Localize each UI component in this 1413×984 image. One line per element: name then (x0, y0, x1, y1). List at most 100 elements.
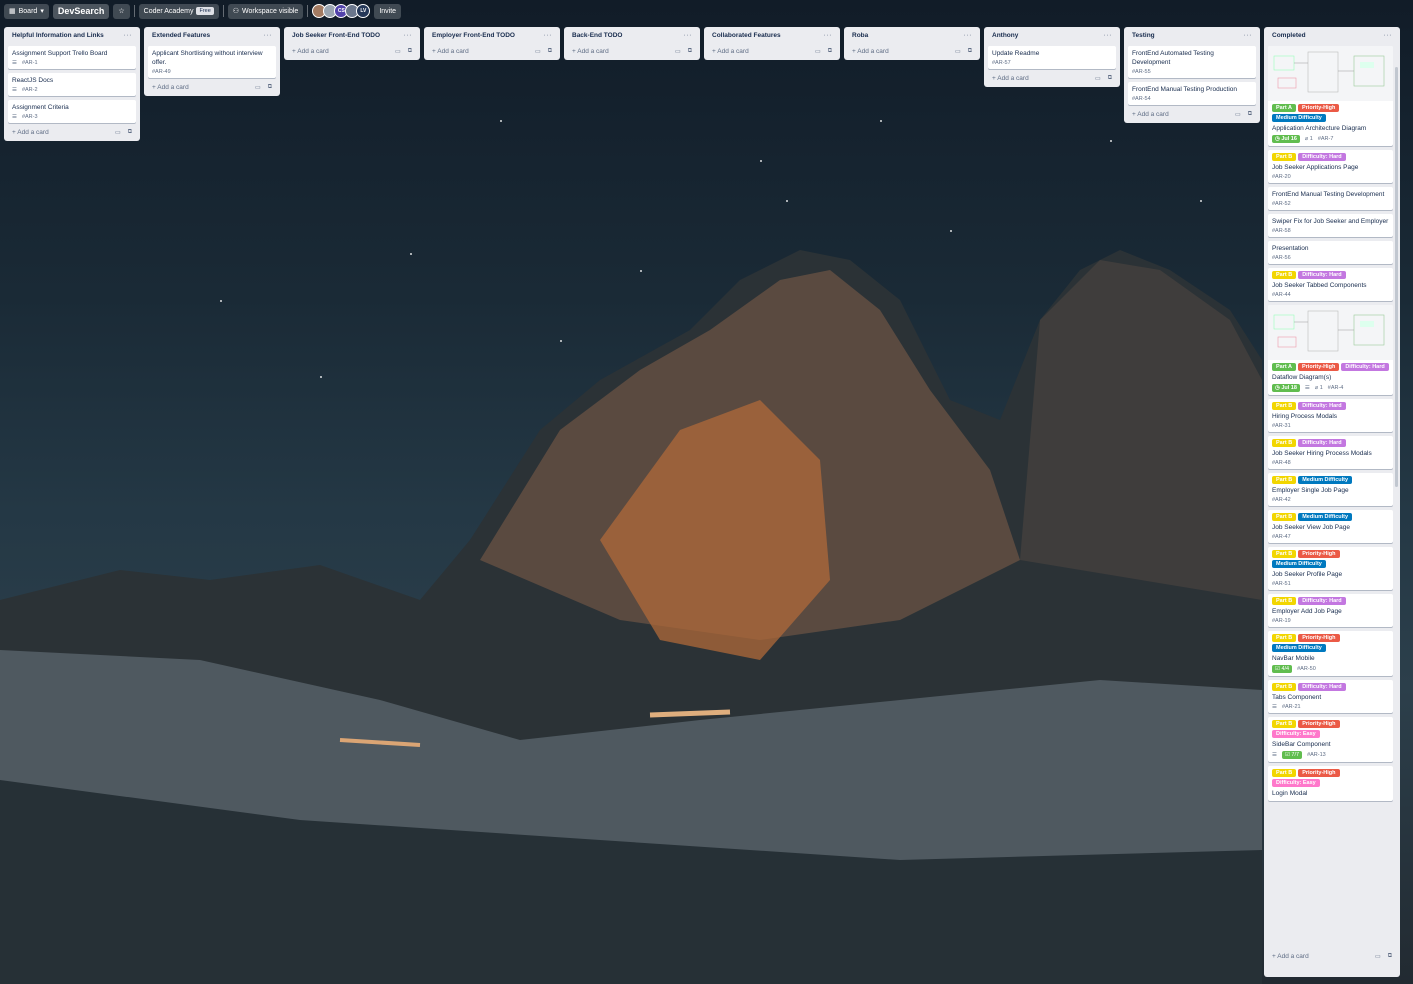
ellipsis-icon[interactable]: ··· (264, 32, 273, 39)
card-label[interactable]: Part B (1272, 720, 1297, 728)
card-label[interactable]: Difficulty: Hard (1341, 363, 1389, 371)
card[interactable]: Part A Priority-High Medium Difficulty Appl… (1268, 46, 1393, 146)
ellipsis-icon[interactable]: ··· (1384, 32, 1393, 39)
card[interactable]: Part B Difficulty: Hard Job Seeker Applica… (1268, 150, 1393, 183)
template-card-icon[interactable]: ▭ (1375, 953, 1381, 960)
card-label[interactable]: Part B (1272, 513, 1297, 521)
workspace-button[interactable]: Coder Academy Free (138, 3, 219, 19)
template-card-icon[interactable]: ▭ (535, 48, 541, 55)
card-label[interactable]: Part B (1272, 402, 1297, 410)
add-card-button[interactable]: + Add a card (12, 129, 49, 136)
add-card-button[interactable]: + Add a card (1132, 111, 1169, 118)
card-label[interactable]: Part B (1272, 439, 1297, 447)
list-title[interactable]: Testing (1132, 32, 1155, 39)
card[interactable]: Part B Priority-High Medium Difficulty NavB… (1268, 631, 1393, 676)
card-label[interactable]: Priority-High (1298, 104, 1340, 112)
card[interactable]: Presentation #AR-56 (1268, 241, 1393, 264)
card[interactable]: ReactJS Docs ☰ #AR-2 (8, 73, 136, 96)
template-card-icon[interactable]: ▭ (1235, 111, 1241, 118)
card[interactable]: FrontEnd Manual Testing Development #AR-5… (1268, 187, 1393, 210)
template-icon[interactable]: ⧉ (268, 84, 272, 91)
template-card-icon[interactable]: ▭ (1095, 75, 1101, 82)
template-card-icon[interactable]: ▭ (395, 48, 401, 55)
card[interactable]: Part B Medium Difficulty Employer Single J… (1268, 473, 1393, 506)
add-card-button[interactable]: + Add a card (992, 75, 1029, 82)
template-icon[interactable]: ⧉ (828, 48, 832, 55)
card[interactable]: Part B Priority-High Difficulty: Easy Login… (1268, 766, 1393, 801)
card[interactable]: FrontEnd Automated Testing Development #A… (1128, 46, 1256, 78)
star-button[interactable]: ☆ (113, 3, 130, 19)
card-label[interactable]: Medium Difficulty (1298, 476, 1353, 484)
ellipsis-icon[interactable]: ··· (824, 32, 833, 39)
due-date-badge[interactable]: ◷ Jul 16 (1272, 135, 1300, 143)
card[interactable]: Part A Priority-High Difficulty: Hard Dataf… (1268, 305, 1393, 395)
list-title[interactable]: Job Seeker Front-End TODO (292, 32, 380, 39)
card-label[interactable]: Difficulty: Hard (1298, 402, 1346, 410)
member-avatar[interactable]: LV (356, 4, 371, 18)
card[interactable]: Applicant Shortlisting without interview… (148, 46, 276, 78)
template-card-icon[interactable]: ▭ (115, 129, 121, 136)
invite-button[interactable]: Invite (374, 3, 402, 19)
card[interactable]: FrontEnd Manual Testing Production #AR-54 (1128, 82, 1256, 105)
card[interactable]: Part B Difficulty: Hard Hiring Process Mod… (1268, 399, 1393, 432)
card-label[interactable]: Medium Difficulty (1272, 114, 1326, 122)
card-label[interactable]: Part B (1272, 683, 1297, 691)
ellipsis-icon[interactable]: ··· (684, 32, 693, 39)
list-title[interactable]: Roba (852, 32, 868, 39)
add-card-button[interactable]: + Add a card (852, 48, 889, 55)
template-icon[interactable]: ⧉ (1108, 75, 1112, 82)
card-label[interactable]: Difficulty: Easy (1272, 730, 1320, 738)
card-label[interactable]: Medium Difficulty (1272, 560, 1326, 568)
card-label[interactable]: Difficulty: Hard (1298, 153, 1346, 161)
template-icon[interactable]: ⧉ (688, 48, 692, 55)
add-card-button[interactable]: + Add a card (712, 48, 749, 55)
card-label[interactable]: Medium Difficulty (1272, 644, 1326, 652)
card-label[interactable]: Difficulty: Hard (1298, 439, 1346, 447)
visibility-button[interactable]: ⚇ Workspace visible (227, 3, 304, 19)
list-title[interactable]: Extended Features (152, 32, 210, 39)
add-card-button[interactable]: + Add a card (432, 48, 469, 55)
card-label[interactable]: Part A (1272, 363, 1296, 371)
card-label[interactable]: Part B (1272, 271, 1297, 279)
ellipsis-icon[interactable]: ··· (964, 32, 973, 39)
card-label[interactable]: Priority-High (1298, 363, 1340, 371)
template-card-icon[interactable]: ▭ (955, 48, 961, 55)
list-title[interactable]: Helpful Information and Links (12, 32, 104, 39)
card-label[interactable]: Difficulty: Hard (1298, 683, 1346, 691)
card[interactable]: Assignment Support Trello Board ☰ #AR-1 (8, 46, 136, 69)
card-label[interactable]: Priority-High (1298, 550, 1340, 558)
ellipsis-icon[interactable]: ··· (1104, 32, 1113, 39)
ellipsis-icon[interactable]: ··· (404, 32, 413, 39)
card-label[interactable]: Part B (1272, 153, 1297, 161)
template-card-icon[interactable]: ▭ (815, 48, 821, 55)
add-card-button[interactable]: + Add a card (572, 48, 609, 55)
view-switcher-button[interactable]: ▦ Board ▾ (4, 3, 49, 19)
template-icon[interactable]: ⧉ (968, 48, 972, 55)
due-date-badge[interactable]: ◷ Jul 18 (1272, 384, 1300, 392)
ellipsis-icon[interactable]: ··· (544, 32, 553, 39)
template-icon[interactable]: ⧉ (548, 48, 552, 55)
list-scrollbar[interactable] (1395, 67, 1398, 487)
template-icon[interactable]: ⧉ (128, 129, 132, 136)
card[interactable]: Part B Medium Difficulty Job Seeker View J… (1268, 510, 1393, 543)
card-label[interactable]: Part B (1272, 476, 1297, 484)
board-title[interactable]: DevSearch (52, 3, 110, 19)
card-label[interactable]: Part A (1272, 104, 1296, 112)
list-title[interactable]: Collaborated Features (712, 32, 781, 39)
card-label[interactable]: Part B (1272, 634, 1297, 642)
template-card-icon[interactable]: ▭ (675, 48, 681, 55)
template-icon[interactable]: ⧉ (1388, 953, 1392, 960)
ellipsis-icon[interactable]: ··· (1244, 32, 1253, 39)
template-card-icon[interactable]: ▭ (255, 84, 261, 91)
card[interactable]: Update Readme #AR-57 (988, 46, 1116, 69)
card-label[interactable]: Priority-High (1298, 720, 1340, 728)
list-title[interactable]: Anthony (992, 32, 1018, 39)
card-label[interactable]: Priority-High (1298, 769, 1340, 777)
card-label[interactable]: Medium Difficulty (1298, 513, 1353, 521)
card[interactable]: Swiper Fix for Job Seeker and Employer #A… (1268, 214, 1393, 237)
card-label[interactable]: Difficulty: Easy (1272, 779, 1320, 787)
card[interactable]: Assignment Criteria ☰ #AR-3 (8, 100, 136, 123)
card-label[interactable]: Difficulty: Hard (1298, 271, 1346, 279)
card[interactable]: Part B Difficulty: Hard Job Seeker Tabbed … (1268, 268, 1393, 301)
template-icon[interactable]: ⧉ (1248, 111, 1252, 118)
